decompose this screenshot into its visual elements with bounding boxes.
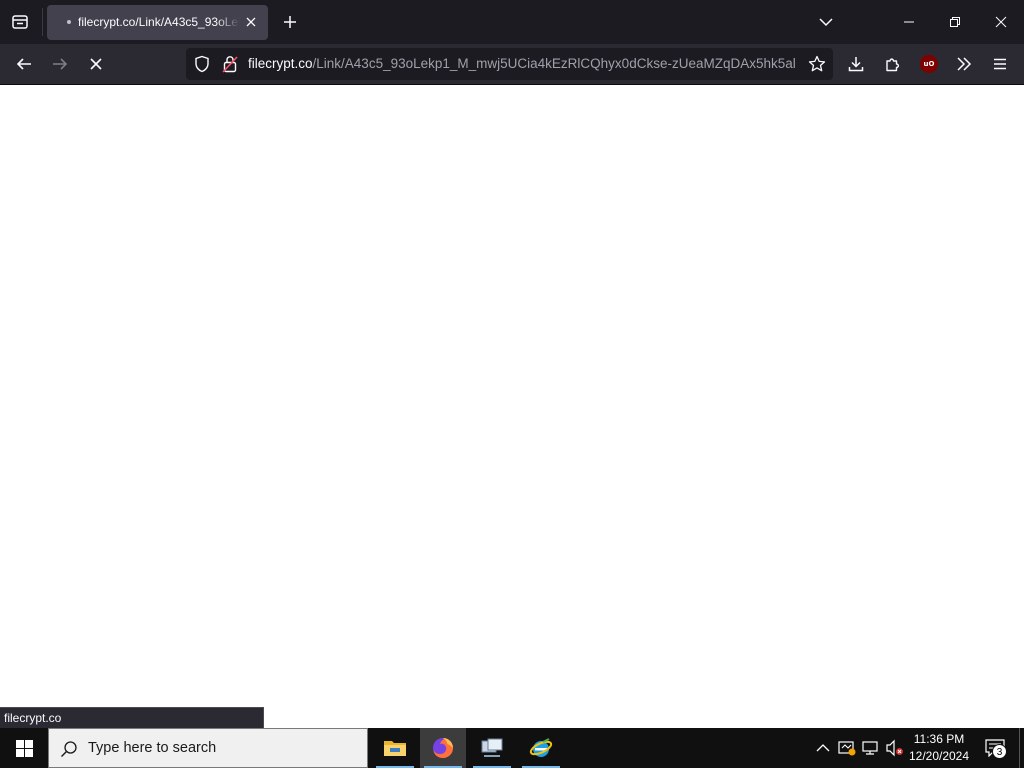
tab-separator bbox=[42, 8, 43, 36]
insecure-lock-icon bbox=[222, 56, 238, 73]
taskbar-network-app[interactable] bbox=[469, 728, 515, 768]
firefox-view-button[interactable] bbox=[8, 10, 32, 34]
stop-loading-icon bbox=[90, 58, 102, 70]
tray-security-icon-button[interactable] bbox=[836, 736, 858, 760]
taskbar-clock[interactable]: 11:36 PM 12/20/2024 bbox=[905, 731, 973, 765]
close-icon bbox=[246, 17, 256, 27]
url-path: /Link/A43c5_93oLekp1_M_mwj5UCia4kEzRlCQh… bbox=[312, 56, 796, 71]
double-chevron-icon bbox=[957, 57, 972, 71]
restore-icon bbox=[950, 17, 960, 27]
site-identity-button[interactable] bbox=[220, 54, 240, 74]
star-icon bbox=[808, 55, 826, 72]
taskbar-firefox[interactable] bbox=[420, 728, 466, 768]
search-icon bbox=[59, 739, 79, 759]
download-icon bbox=[848, 57, 864, 72]
new-tab-button[interactable] bbox=[278, 10, 302, 34]
tray-network-button[interactable] bbox=[860, 736, 882, 760]
shield-icon bbox=[195, 55, 209, 73]
volume-muted-icon bbox=[886, 739, 903, 757]
chevron-down-icon bbox=[819, 18, 833, 27]
chevron-up-icon bbox=[816, 744, 830, 752]
ublock-icon: uO bbox=[920, 55, 938, 73]
action-center-button[interactable]: 3 bbox=[980, 734, 1010, 762]
clock-date: 12/20/2024 bbox=[908, 749, 970, 763]
taskbar-search[interactable]: Type here to search bbox=[48, 728, 368, 768]
tracking-protection-button[interactable] bbox=[192, 54, 212, 74]
back-button[interactable] bbox=[10, 50, 38, 78]
status-tooltip: filecrypt.co bbox=[0, 707, 264, 728]
show-desktop-button[interactable] bbox=[1019, 728, 1024, 768]
windows-taskbar: Type here to search 11:36 PM 12/20/2024 … bbox=[0, 728, 1024, 768]
tab-loading-dot bbox=[67, 20, 71, 24]
file-explorer-icon bbox=[384, 741, 406, 756]
window-close-button[interactable] bbox=[978, 0, 1024, 44]
windows-logo-icon bbox=[15, 739, 33, 757]
clock-time: 11:36 PM bbox=[913, 732, 965, 746]
network-icon bbox=[862, 741, 878, 755]
url-domain: filecrypt.co bbox=[248, 56, 313, 71]
hamburger-icon bbox=[994, 58, 1006, 70]
app-menu-button[interactable] bbox=[986, 50, 1014, 78]
url-bar[interactable]: filecrypt.co/Link/A43c5_93oLekp1_M_mwj5U… bbox=[186, 48, 833, 80]
back-arrow-icon bbox=[16, 58, 31, 70]
tab-active[interactable]: filecrypt.co/Link/A43c5_93oLekp1_M_mwj5U… bbox=[47, 5, 268, 40]
restore-button[interactable] bbox=[932, 0, 978, 44]
internet-explorer-icon bbox=[529, 738, 553, 757]
overflow-menu-button[interactable] bbox=[950, 50, 978, 78]
taskbar-internet-explorer[interactable] bbox=[518, 728, 564, 768]
plus-icon bbox=[284, 16, 296, 28]
tray-volume-button[interactable] bbox=[884, 736, 906, 760]
list-all-tabs-button[interactable] bbox=[814, 10, 838, 34]
minimize-button[interactable] bbox=[886, 0, 932, 44]
forward-button[interactable] bbox=[46, 50, 74, 78]
firefox-icon bbox=[433, 738, 453, 758]
tab-close-button[interactable] bbox=[242, 13, 260, 31]
forward-arrow-icon bbox=[53, 58, 68, 70]
firefox-view-icon bbox=[12, 15, 28, 29]
minimize-icon bbox=[904, 21, 914, 23]
stop-button[interactable] bbox=[82, 50, 110, 78]
taskbar-file-explorer[interactable] bbox=[372, 728, 418, 768]
show-hidden-icons-button[interactable] bbox=[812, 736, 834, 760]
tab-title: filecrypt.co/Link/A43c5_93oLekp1_M_mwj5U… bbox=[78, 15, 240, 29]
navigation-toolbar: filecrypt.co/Link/A43c5_93oLekp1_M_mwj5U… bbox=[0, 44, 1024, 85]
close-icon bbox=[995, 16, 1007, 28]
page-content bbox=[0, 85, 1024, 728]
start-button[interactable] bbox=[0, 728, 48, 768]
notification-count: 3 bbox=[992, 744, 1007, 759]
search-placeholder: Type here to search bbox=[88, 740, 217, 756]
security-warning-icon bbox=[838, 741, 856, 756]
network-app-icon bbox=[481, 738, 503, 757]
ublock-origin-button[interactable]: uO bbox=[915, 50, 943, 78]
bookmark-button[interactable] bbox=[806, 54, 828, 74]
puzzle-icon bbox=[886, 58, 900, 72]
downloads-button[interactable] bbox=[842, 50, 870, 78]
extensions-button[interactable] bbox=[879, 50, 907, 78]
url-text[interactable]: filecrypt.co/Link/A43c5_93oLekp1_M_mwj5U… bbox=[248, 55, 796, 73]
tab-strip: filecrypt.co/Link/A43c5_93oLekp1_M_mwj5U… bbox=[0, 0, 1024, 44]
